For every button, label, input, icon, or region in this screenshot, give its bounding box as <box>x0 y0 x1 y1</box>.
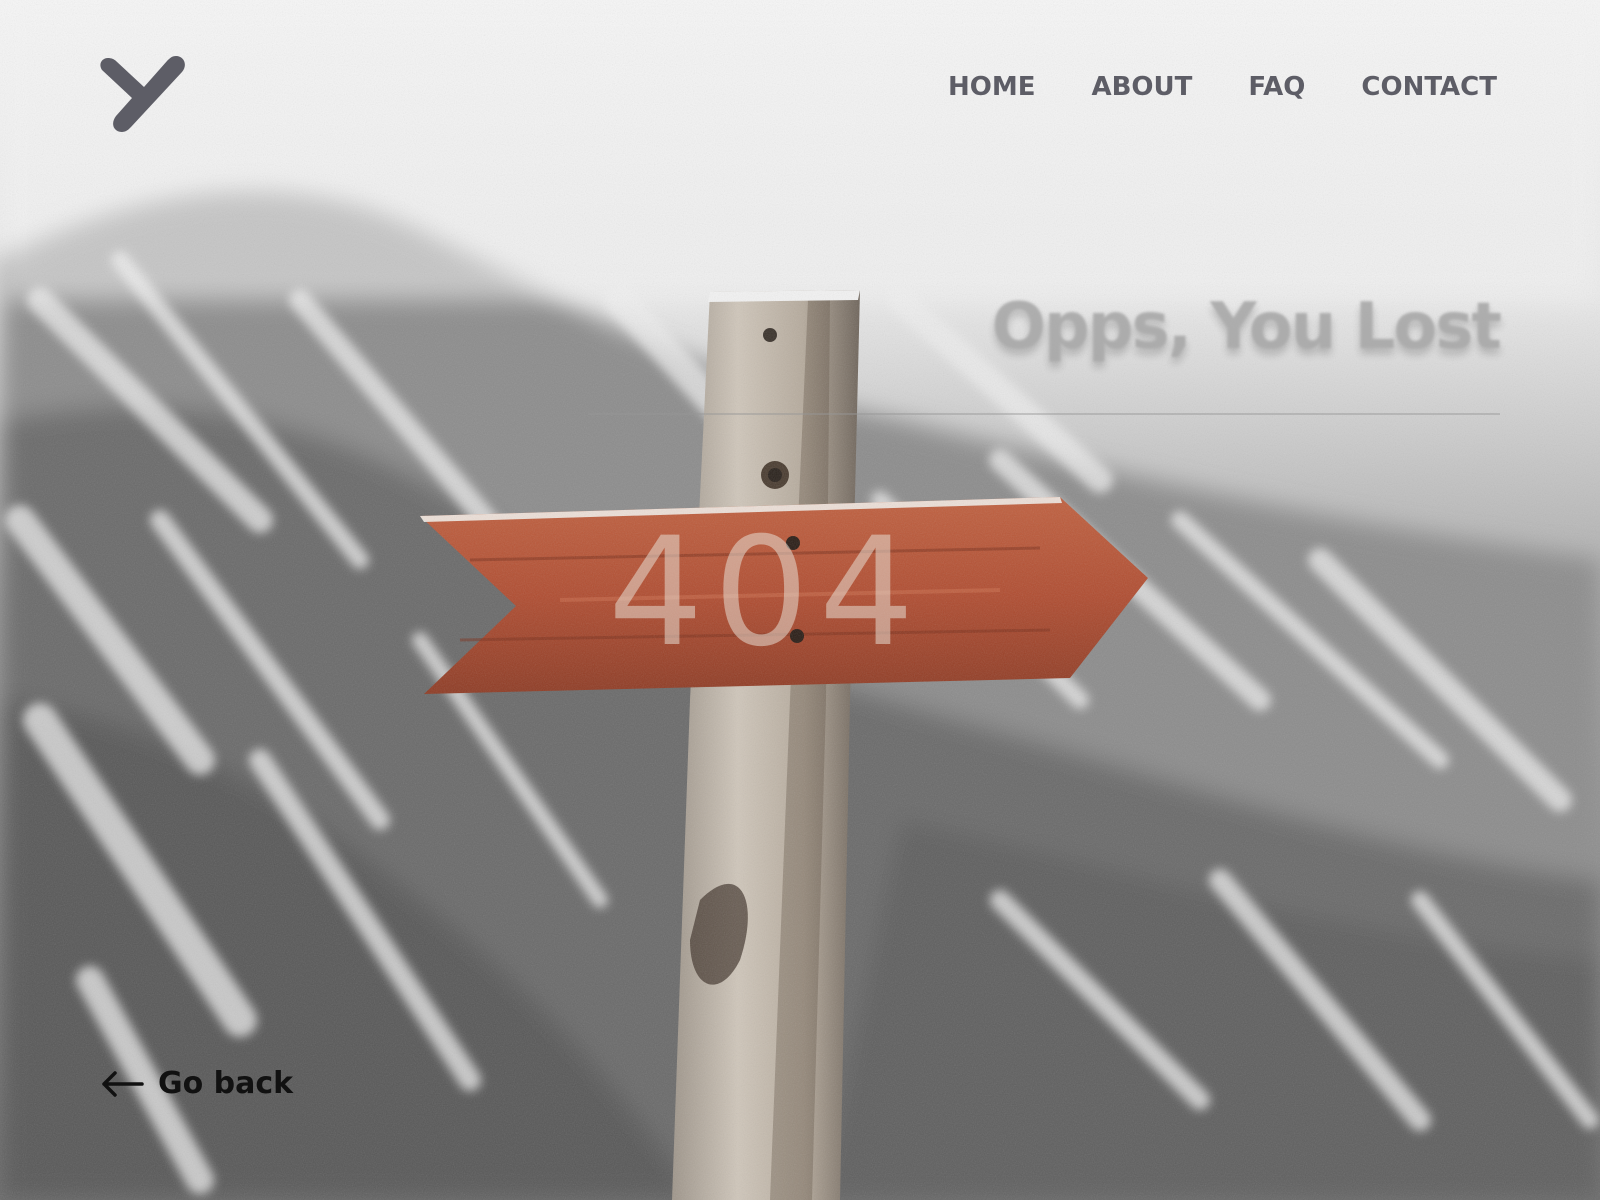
nav-item-about[interactable]: ABOUT <box>1091 72 1192 102</box>
arrow-left-icon <box>102 1070 144 1097</box>
main-nav: HOME ABOUT FAQ CONTACT <box>948 72 1497 102</box>
nav-item-contact[interactable]: CONTACT <box>1361 72 1497 102</box>
y-logo-icon[interactable] <box>98 50 190 134</box>
go-back-link[interactable]: Go back <box>100 1066 293 1101</box>
nav-item-faq[interactable]: FAQ <box>1248 72 1305 102</box>
headline-divider <box>588 413 1500 415</box>
nav-item-home[interactable]: HOME <box>948 72 1036 102</box>
error-code: 404 <box>608 506 925 680</box>
go-back-label: Go back <box>158 1066 294 1101</box>
page: HOME ABOUT FAQ CONTACT Opps, You Lost 40… <box>0 0 1600 1200</box>
error-headline: Opps, You Lost <box>991 290 1502 364</box>
